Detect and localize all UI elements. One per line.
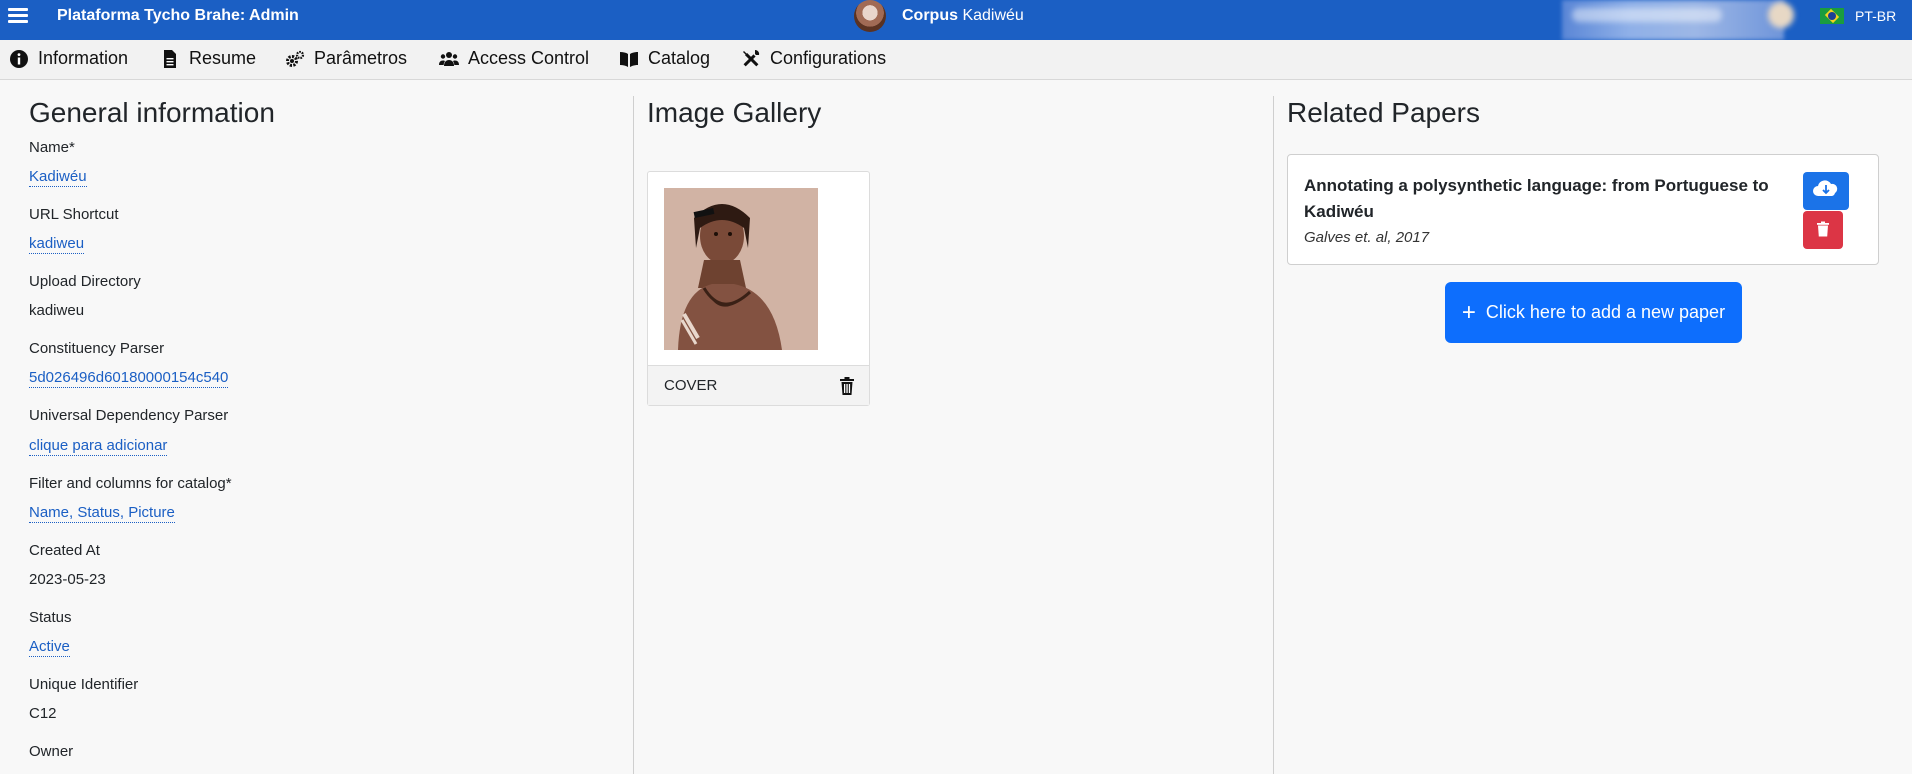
- tools-icon: [743, 49, 760, 66]
- unique-identifier-label: Unique Identifier: [29, 676, 139, 693]
- gallery-item: COVER: [647, 171, 870, 406]
- brazil-flag-icon[interactable]: [1820, 8, 1844, 24]
- created-at-label: Created At: [29, 542, 100, 559]
- tab-label: Access Control: [468, 48, 590, 68]
- tab-information[interactable]: Information: [9, 48, 128, 69]
- url-shortcut-value[interactable]: kadiweu: [29, 235, 85, 254]
- tab-label: Catalog: [648, 48, 711, 68]
- tab-catalog[interactable]: Catalog: [619, 48, 710, 69]
- user-avatar[interactable]: [1768, 2, 1794, 28]
- cover-photo-illustration: [664, 188, 818, 350]
- tab-access-control[interactable]: Access Control: [439, 48, 589, 69]
- cover-image[interactable]: [664, 188, 818, 350]
- tab-label: Configurations: [770, 48, 887, 68]
- upload-directory-value: kadiweu: [29, 302, 85, 319]
- constituency-parser-label: Constituency Parser: [29, 340, 165, 357]
- add-paper-label: Click here to add a new paper: [1485, 302, 1726, 322]
- tab-parametros[interactable]: Parâmetros: [285, 48, 407, 69]
- hamburger-menu-icon[interactable]: [8, 5, 28, 25]
- status-label: Status: [29, 609, 72, 626]
- delete-image-trash-icon[interactable]: [839, 377, 855, 395]
- corpus-indicator: Corpus Kadiwéu: [854, 0, 1024, 32]
- top-bar: Plataforma Tycho Brahe: Admin Corpus Kad…: [0, 0, 1912, 40]
- name-label: Name*: [29, 139, 75, 156]
- owner-label: Owner: [29, 743, 74, 760]
- created-at-value: 2023-05-23: [29, 571, 106, 588]
- tab-label: Parâmetros: [314, 48, 408, 68]
- tab-configurations[interactable]: Configurations: [741, 48, 886, 69]
- paper-citation: Galves et. al, 2017: [1304, 229, 1430, 246]
- column-divider: [1273, 96, 1274, 774]
- section-nav: Information Resume Parâmetros Access Con…: [0, 40, 1912, 80]
- unique-identifier-value: C12: [29, 705, 57, 722]
- trash-icon: [1817, 221, 1829, 237]
- delete-paper-button[interactable]: [1803, 211, 1843, 249]
- book-open-icon: [620, 51, 638, 67]
- related-papers-heading: Related Papers: [1287, 97, 1481, 128]
- cloud-download-icon: [1813, 180, 1838, 196]
- image-caption: COVER: [664, 377, 718, 394]
- info-circle-icon: [10, 49, 28, 68]
- url-shortcut-label: URL Shortcut: [29, 206, 119, 223]
- corpus-prefix: Corpus: [902, 7, 958, 24]
- download-paper-button[interactable]: [1803, 172, 1849, 210]
- language-selector[interactable]: PT-BR: [1855, 8, 1896, 24]
- catalog-columns-value[interactable]: Name, Status, Picture: [29, 504, 175, 523]
- gallery-item-footer: COVER: [648, 365, 869, 405]
- catalog-columns-label: Filter and columns for catalog*: [29, 475, 232, 492]
- corpus-name: Kadiwéu: [962, 7, 1024, 24]
- add-paper-button[interactable]: + Click here to add a new paper: [1445, 282, 1742, 343]
- ud-parser-label: Universal Dependency Parser: [29, 407, 229, 424]
- status-value[interactable]: Active: [29, 638, 70, 657]
- column-divider: [633, 96, 634, 774]
- user-name-redacted: [1572, 8, 1722, 22]
- general-information-heading: General information: [29, 97, 275, 128]
- constituency-parser-value[interactable]: 5d026496d60180000154c540: [29, 369, 229, 388]
- corpus-label: Corpus Kadiwéu: [902, 7, 1024, 25]
- image-gallery-heading: Image Gallery: [647, 97, 822, 128]
- ud-parser-value[interactable]: clique para adicionar: [29, 437, 168, 456]
- paper-card: Annotating a polysynthetic language: fro…: [1287, 154, 1879, 265]
- app-title[interactable]: Plataforma Tycho Brahe: Admin: [57, 7, 299, 25]
- tab-label: Information: [38, 48, 129, 68]
- plus-icon: +: [1461, 298, 1476, 326]
- file-icon: [164, 49, 176, 68]
- name-value[interactable]: Kadiwéu: [29, 168, 87, 187]
- paper-title: Annotating a polysynthetic language: fro…: [1304, 176, 1769, 221]
- tab-label: Resume: [189, 48, 257, 68]
- cogs-icon: [286, 50, 305, 67]
- users-icon: [439, 51, 459, 66]
- corpus-avatar: [854, 0, 886, 32]
- upload-directory-label: Upload Directory: [29, 273, 141, 290]
- tab-resume[interactable]: Resume: [160, 48, 256, 69]
